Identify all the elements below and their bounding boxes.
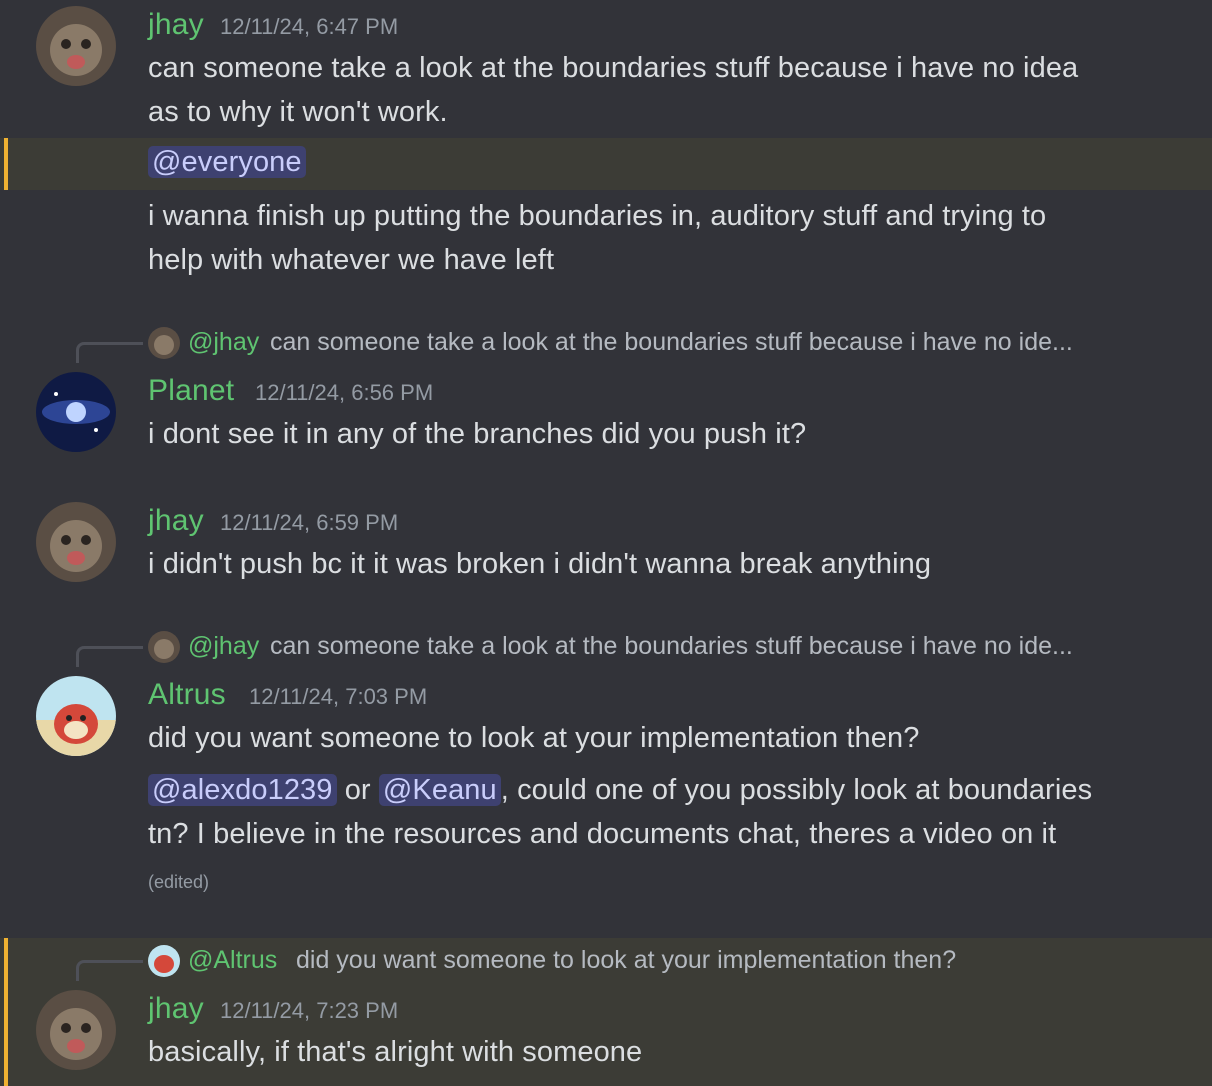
author-name[interactable]: Altrus (148, 678, 226, 712)
message-text: did you want someone to look at your imp… (148, 722, 920, 754)
avatar[interactable] (36, 6, 116, 86)
message-text: @everyone (148, 146, 306, 179)
message-text: help with whatever we have left (148, 244, 555, 276)
mention-highlight-bar (4, 138, 8, 190)
author-name[interactable]: jhay (148, 992, 204, 1026)
reply-preview[interactable]: did you want someone to look at your imp… (296, 946, 956, 975)
author-name[interactable]: Planet (148, 374, 234, 408)
mention-alexdo1239[interactable]: @alexdo1239 (148, 774, 337, 806)
author-name[interactable]: jhay (148, 8, 204, 42)
message-text-rest: , could one of you possibly look at boun… (500, 774, 1093, 806)
reply-connector (76, 960, 143, 981)
timestamp: 12/11/24, 6:59 PM (220, 510, 399, 535)
reply-avatar[interactable] (148, 945, 180, 977)
message-text: i wanna finish up putting the boundaries… (148, 200, 1047, 232)
timestamp: 12/11/24, 7:23 PM (220, 998, 399, 1023)
avatar[interactable] (36, 990, 116, 1070)
reply-avatar[interactable] (148, 327, 180, 359)
reply-mention[interactable]: @jhay (188, 328, 259, 357)
message-text: basically, if that's alright with someon… (148, 1036, 643, 1068)
message-text: @alexdo1239 or @Keanu, could one of you … (148, 774, 1092, 807)
message-text: can someone take a look at the boundarie… (148, 52, 1079, 84)
reply-mention[interactable]: @jhay (188, 632, 259, 661)
avatar[interactable] (36, 502, 116, 582)
reply-preview[interactable]: can someone take a look at the boundarie… (270, 632, 1073, 661)
timestamp: 12/11/24, 6:56 PM (255, 380, 434, 405)
message-text: i dont see it in any of the branches did… (148, 418, 807, 450)
reply-connector (76, 342, 143, 363)
avatar[interactable] (36, 676, 116, 756)
mention-everyone[interactable]: @everyone (148, 146, 306, 178)
timestamp: 12/11/24, 6:47 PM (220, 14, 399, 39)
mention-keanu[interactable]: @Keanu (378, 774, 501, 806)
timestamp: 12/11/24, 7:03 PM (249, 684, 428, 709)
message-text: tn? I believe in the resources and docum… (148, 818, 1057, 850)
reply-preview[interactable]: can someone take a look at the boundarie… (270, 328, 1073, 357)
reply-connector (76, 646, 143, 667)
connector-text: or (344, 774, 371, 806)
author-name[interactable]: jhay (148, 504, 204, 538)
reply-avatar[interactable] (148, 631, 180, 663)
edited-label: (edited) (148, 872, 210, 892)
message-text: i didn't push bc it it was broken i didn… (148, 548, 932, 580)
reply-mention[interactable]: @Altrus (188, 946, 277, 975)
mention-highlight-bar (4, 938, 8, 1086)
avatar[interactable] (36, 372, 116, 452)
message-text: as to why it won't work. (148, 96, 448, 128)
